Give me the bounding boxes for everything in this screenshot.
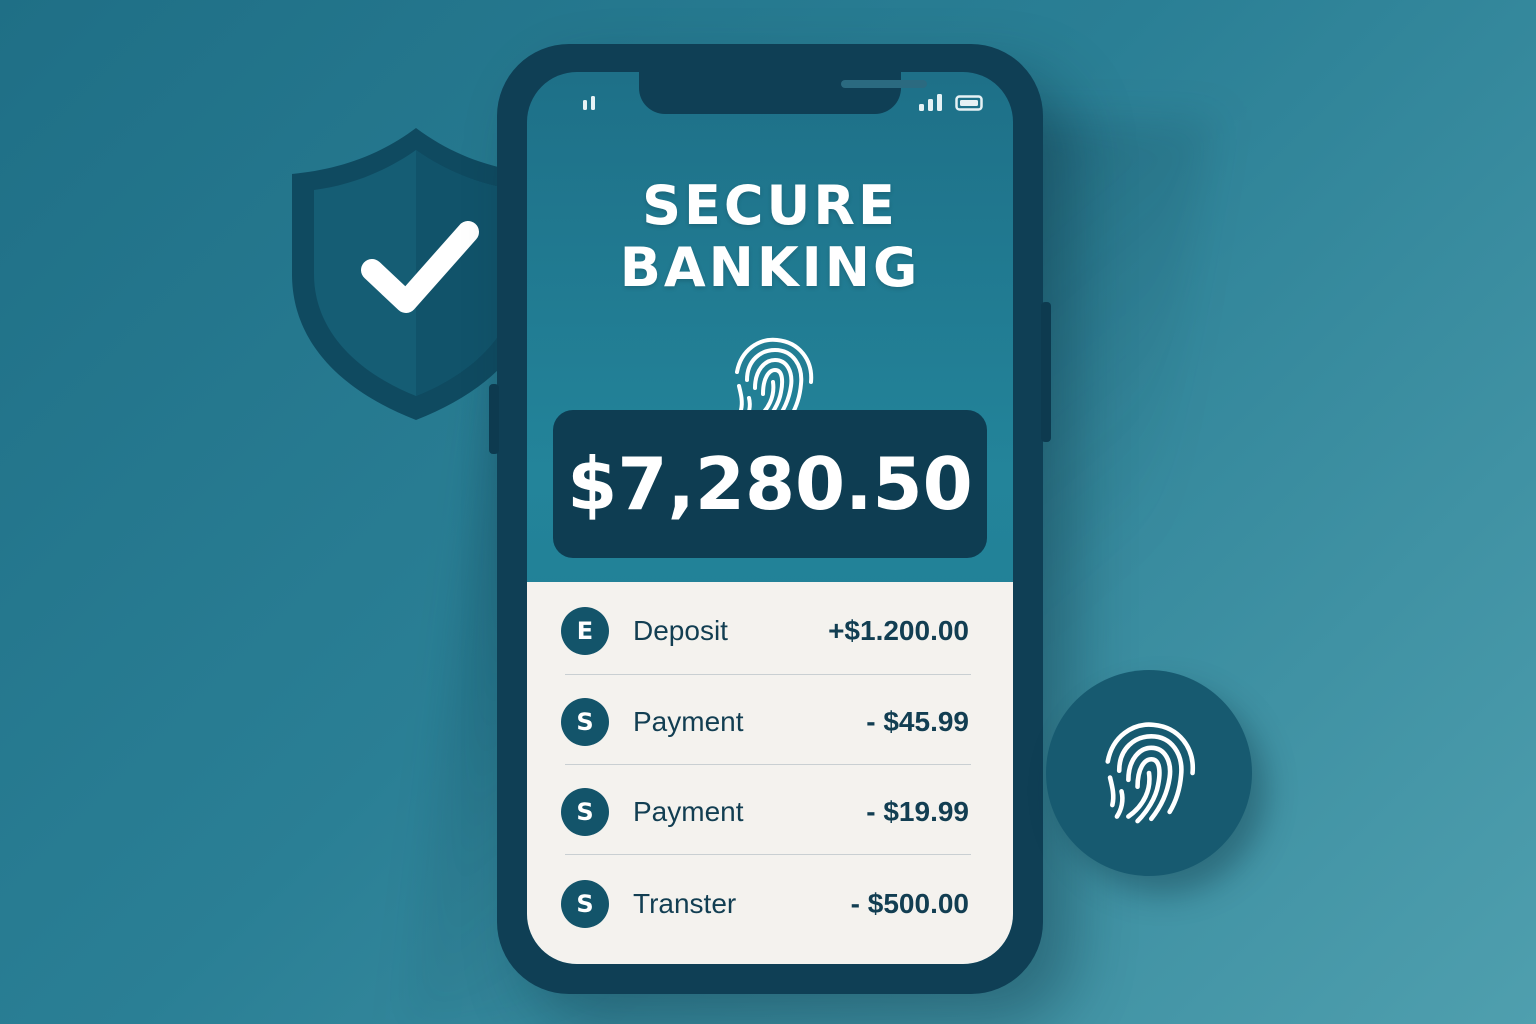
balance-card: $7,280.50 [553,410,987,558]
transaction-label: Payment [633,706,744,737]
transfer-icon: S [561,880,609,928]
app-title-line1: SECURE [642,174,898,237]
phone-device: SECURE BANKING $7,280.50 E Deposit +$1.2… [489,44,1051,994]
list-item[interactable]: E Deposit +$1.200.00 [561,586,969,676]
divider [565,674,971,675]
phone-side-button [489,384,499,454]
fingerprint-badge[interactable] [1046,670,1252,876]
phone-notch [639,72,927,114]
transaction-amount: - $45.99 [866,706,969,737]
battery-icon [955,94,985,116]
phone-power-button [1041,302,1051,442]
transaction-amount: - $19.99 [866,796,969,827]
list-item[interactable]: S Transter - $500.00 [561,859,969,949]
list-item[interactable]: S Payment - $45.99 [561,677,969,767]
transaction-label: Transter [633,888,737,919]
divider [565,854,971,855]
app-title-line2: BANKING [619,236,921,299]
speaker-grille [841,80,927,88]
transaction-label: Payment [633,796,744,827]
balance-amount: $7,280.50 [567,442,973,526]
deposit-icon: E [561,607,609,655]
divider [565,764,971,765]
signal-left-icon [581,95,601,115]
signal-bars-icon [917,94,945,116]
transaction-label: Deposit [633,615,728,646]
transaction-amount: +$1.200.00 [828,615,969,646]
payment-icon: S [561,698,609,746]
transactions-list: E Deposit +$1.200.00 S Payment - $45.99 … [527,582,1013,964]
status-indicators [917,94,985,116]
list-item[interactable]: S Payment - $19.99 [561,767,969,857]
transaction-amount: - $500.00 [850,888,969,919]
payment-icon: S [561,788,609,836]
phone-screen: SECURE BANKING $7,280.50 E Deposit +$1.2… [527,72,1013,964]
app-title: SECURE BANKING [527,175,1013,299]
